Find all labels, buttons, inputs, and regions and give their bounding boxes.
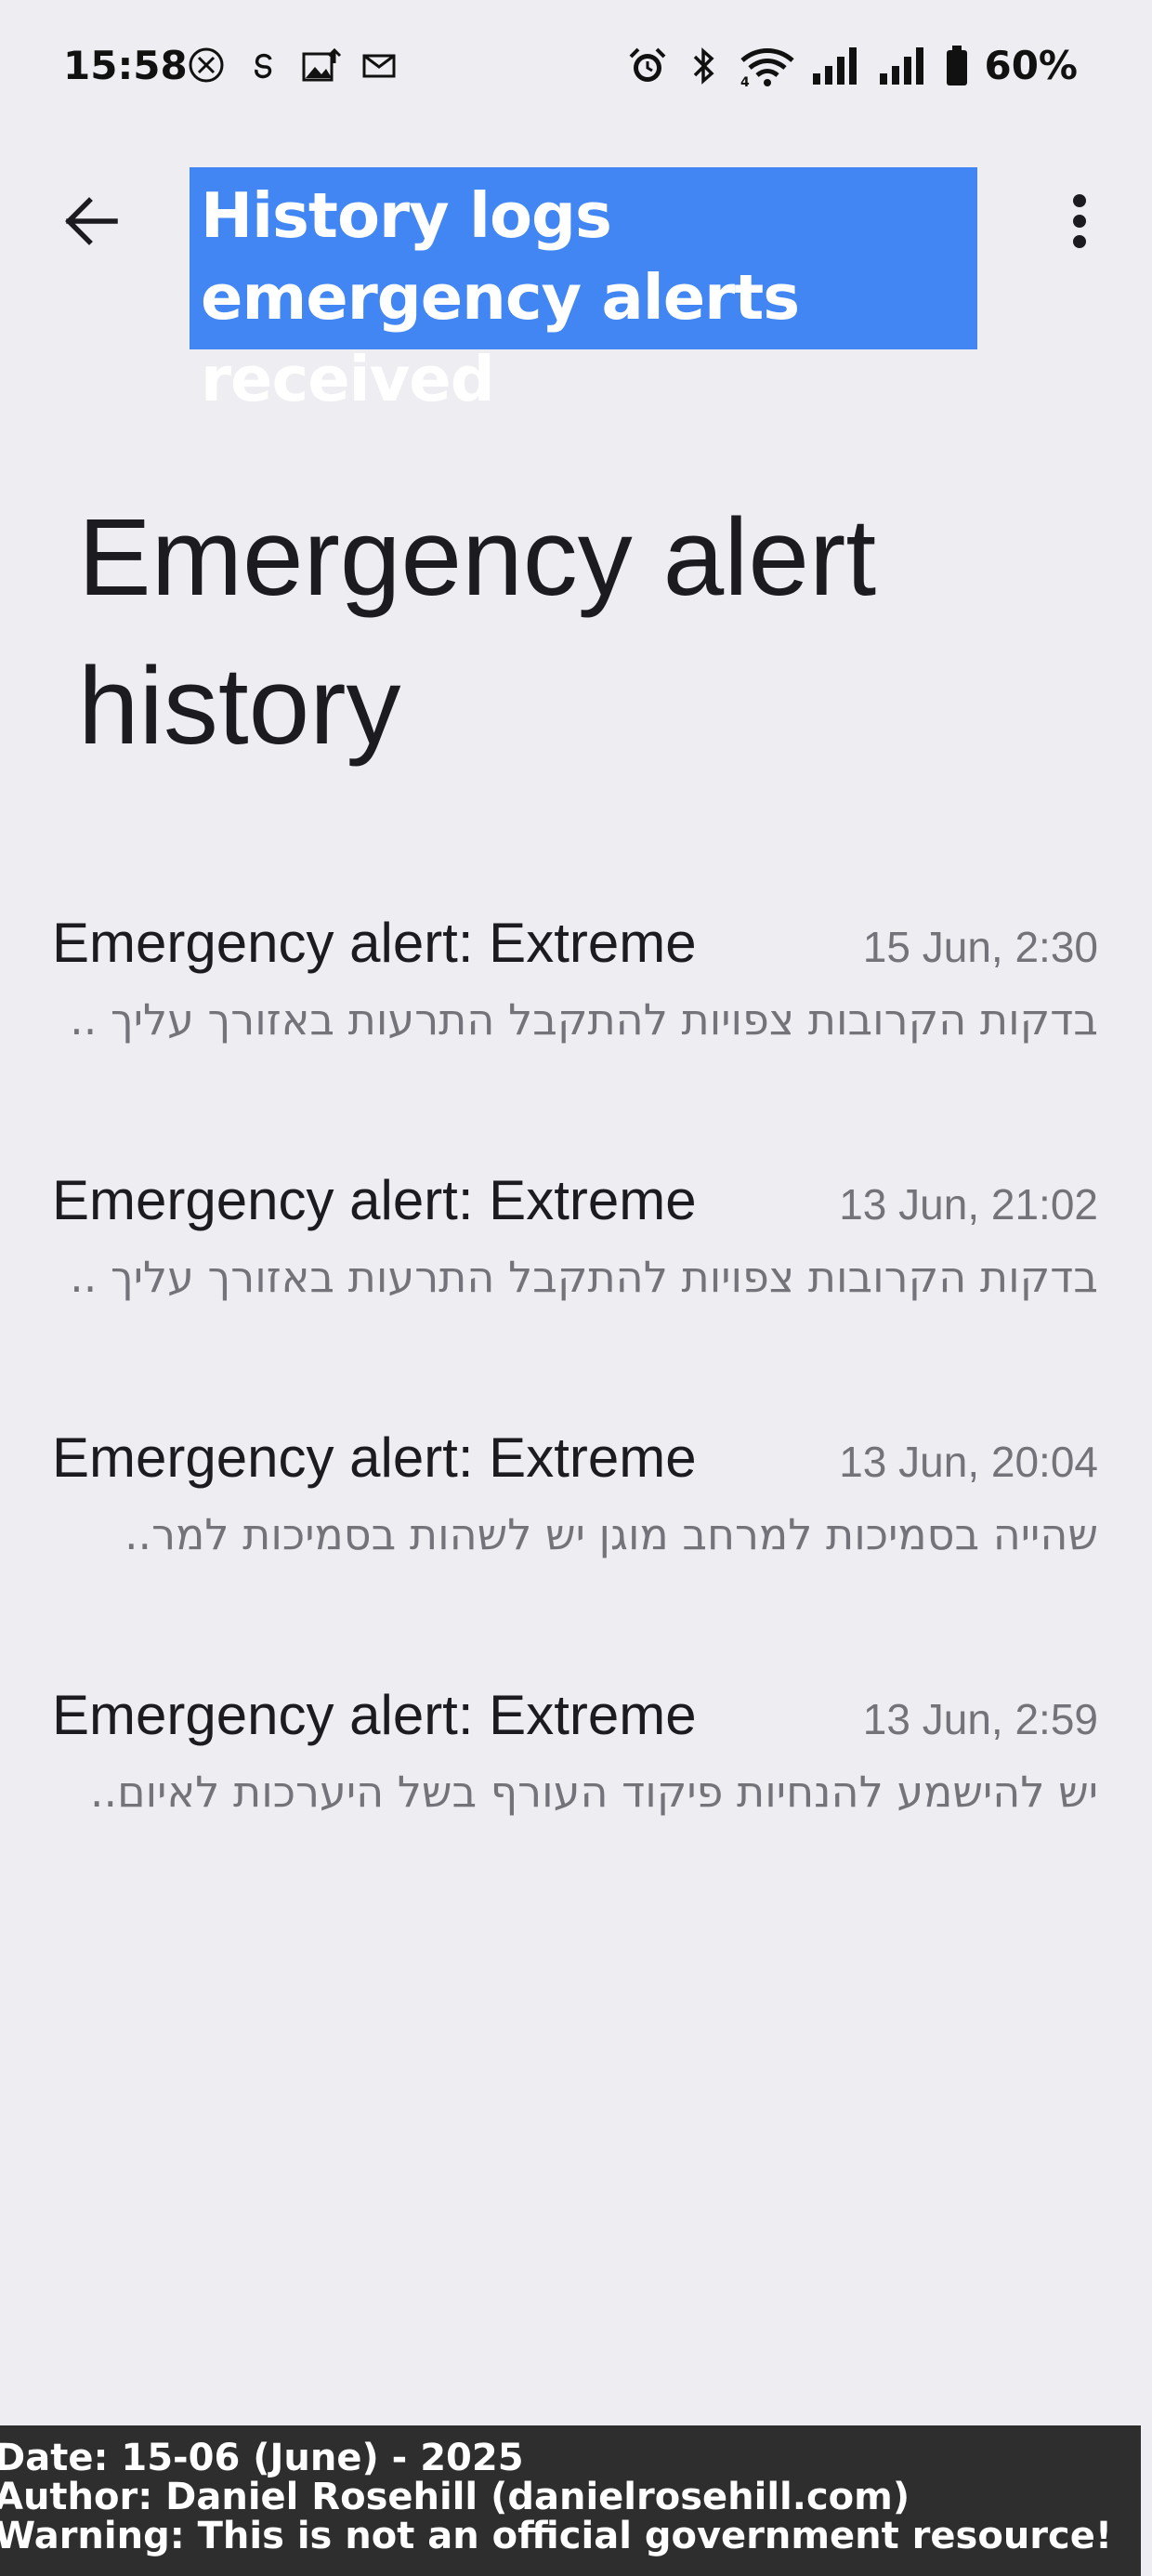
svg-text:4: 4: [740, 75, 750, 86]
status-system-icons: 4 60%: [627, 43, 1078, 88]
mail-icon: [359, 45, 399, 85]
alert-list: Emergency alert: Extreme 15 Jun, 2:30 בד…: [0, 892, 1152, 1922]
alert-list-item[interactable]: Emergency alert: Extreme 15 Jun, 2:30 בד…: [0, 892, 1152, 1150]
alert-list-item[interactable]: Emergency alert: Extreme 13 Jun, 20:04 ש…: [0, 1407, 1152, 1664]
threads-icon: [243, 45, 284, 85]
photo-upload-icon: [301, 45, 342, 85]
alert-timestamp: 13 Jun, 21:02: [839, 1180, 1098, 1229]
alert-preview: שהייה בסמיכות למרחב מוגן יש לשהות בסמיכו…: [124, 1509, 1098, 1559]
alert-title: Emergency alert: Extreme: [52, 912, 697, 974]
more-vert-icon: [1070, 193, 1089, 254]
status-time: 15:58: [63, 43, 188, 88]
alert-timestamp: 13 Jun, 20:04: [839, 1438, 1098, 1486]
arrow-back-icon: [63, 195, 119, 252]
wifi-icon: 4: [739, 46, 796, 86]
back-button[interactable]: [56, 188, 126, 258]
bluetooth-icon: [683, 46, 724, 86]
app-bar: History logs emergency alerts received: [0, 158, 1152, 415]
status-notification-icons: [186, 45, 399, 85]
battery-icon: [945, 45, 969, 86]
alert-title: Emergency alert: Extreme: [52, 1426, 697, 1489]
alarm-icon: [627, 46, 668, 86]
footer-warning: Warning: This is not an official governm…: [0, 2515, 1113, 2557]
footer-author: Author: Daniel Rosehill (danielrosehill.…: [0, 2476, 910, 2518]
status-bar: 15:58 4 60%: [0, 0, 1152, 139]
more-options-button[interactable]: [1046, 188, 1113, 258]
signal-icon: [878, 46, 930, 86]
alert-title: Emergency alert: Extreme: [52, 1684, 697, 1746]
alert-preview: בדקות הקרובות צפויות להתקבל התרעות באזור…: [70, 1252, 1098, 1302]
footer-date: Date: 15-06 (June) - 2025: [0, 2437, 524, 2479]
alert-timestamp: 15 Jun, 2:30: [862, 923, 1098, 971]
alert-timestamp: 13 Jun, 2:59: [862, 1695, 1098, 1743]
alert-title: Emergency alert: Extreme: [52, 1169, 697, 1231]
signal-icon: [811, 46, 863, 86]
battery-percent: 60%: [984, 43, 1078, 88]
alert-preview: בדקות הקרובות צפויות להתקבל התרעות באזור…: [70, 994, 1098, 1045]
alert-list-item[interactable]: Emergency alert: Extreme 13 Jun, 2:59 יש…: [0, 1664, 1152, 1922]
alert-preview: יש להישמע להנחיות פיקוד העורף בשל היערכו…: [89, 1767, 1098, 1817]
x-app-icon: [186, 45, 227, 85]
footer-overlay: Date: 15-06 (June) - 2025 Author: Daniel…: [0, 2425, 1141, 2576]
page-title: Emergency alert history: [78, 496, 877, 768]
alert-list-item[interactable]: Emergency alert: Extreme 13 Jun, 21:02 ב…: [0, 1150, 1152, 1407]
annotation-banner: History logs emergency alerts received: [190, 167, 977, 415]
